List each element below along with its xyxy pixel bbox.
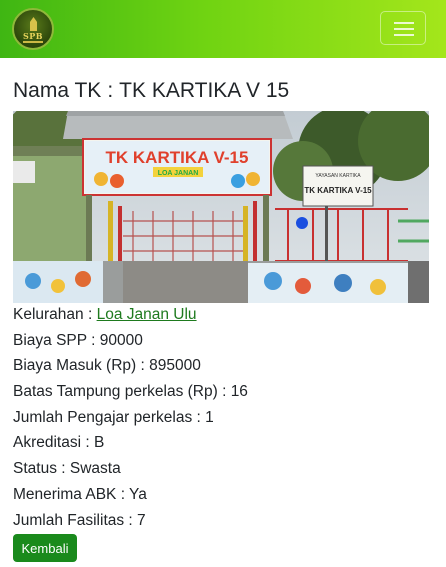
back-button[interactable]: Kembali bbox=[13, 534, 77, 562]
tower-icon bbox=[30, 17, 37, 31]
title-label: Nama TK bbox=[13, 79, 102, 102]
detail-batas-tampung: Batas Tampung perkelas (Rp) : 16 bbox=[13, 383, 248, 401]
detail-biaya-masuk: Biaya Masuk (Rp) : 895000 bbox=[13, 357, 201, 375]
school-photo: TK KARTIKA V-15 LOA JANAN YAYASAN KARTIK… bbox=[13, 111, 429, 303]
detail-jumlah-pengajar: Jumlah Pengajar perkelas : 1 bbox=[13, 408, 214, 426]
detail-kelurahan: Kelurahan : Loa Janan Ulu bbox=[13, 306, 197, 323]
page-title: Nama TK: TK KARTIKA V 15 bbox=[13, 79, 290, 102]
svg-text:YAYASAN KARTIKA: YAYASAN KARTIKA bbox=[315, 173, 361, 179]
navbar: SPB bbox=[0, 0, 446, 58]
detail-status: Status : Swasta bbox=[13, 460, 121, 478]
board-title: TK KARTIKA V-15 bbox=[304, 186, 372, 195]
menu-toggle-button[interactable] bbox=[380, 11, 426, 45]
sign-subtitle: LOA JANAN bbox=[158, 170, 199, 177]
logo-text: SPB bbox=[22, 31, 44, 41]
detail-biaya-spp: Biaya SPP : 90000 bbox=[13, 331, 143, 349]
detail-menerima-abk: Menerima ABK : Ya bbox=[13, 485, 147, 503]
detail-akreditasi: Akreditasi : B bbox=[13, 434, 105, 452]
logo[interactable]: SPB bbox=[12, 8, 54, 50]
detail-jumlah-fasilitas: Jumlah Fasilitas : 7 bbox=[13, 511, 146, 529]
school-name: TK KARTIKA V 15 bbox=[119, 79, 290, 102]
kelurahan-link[interactable]: Loa Janan Ulu bbox=[97, 306, 197, 323]
hamburger-icon bbox=[394, 22, 414, 24]
sign-title: TK KARTIKA V-15 bbox=[106, 148, 249, 167]
school-details: Kelurahan : Loa Janan Ulu Biaya SPP : 90… bbox=[13, 302, 433, 533]
